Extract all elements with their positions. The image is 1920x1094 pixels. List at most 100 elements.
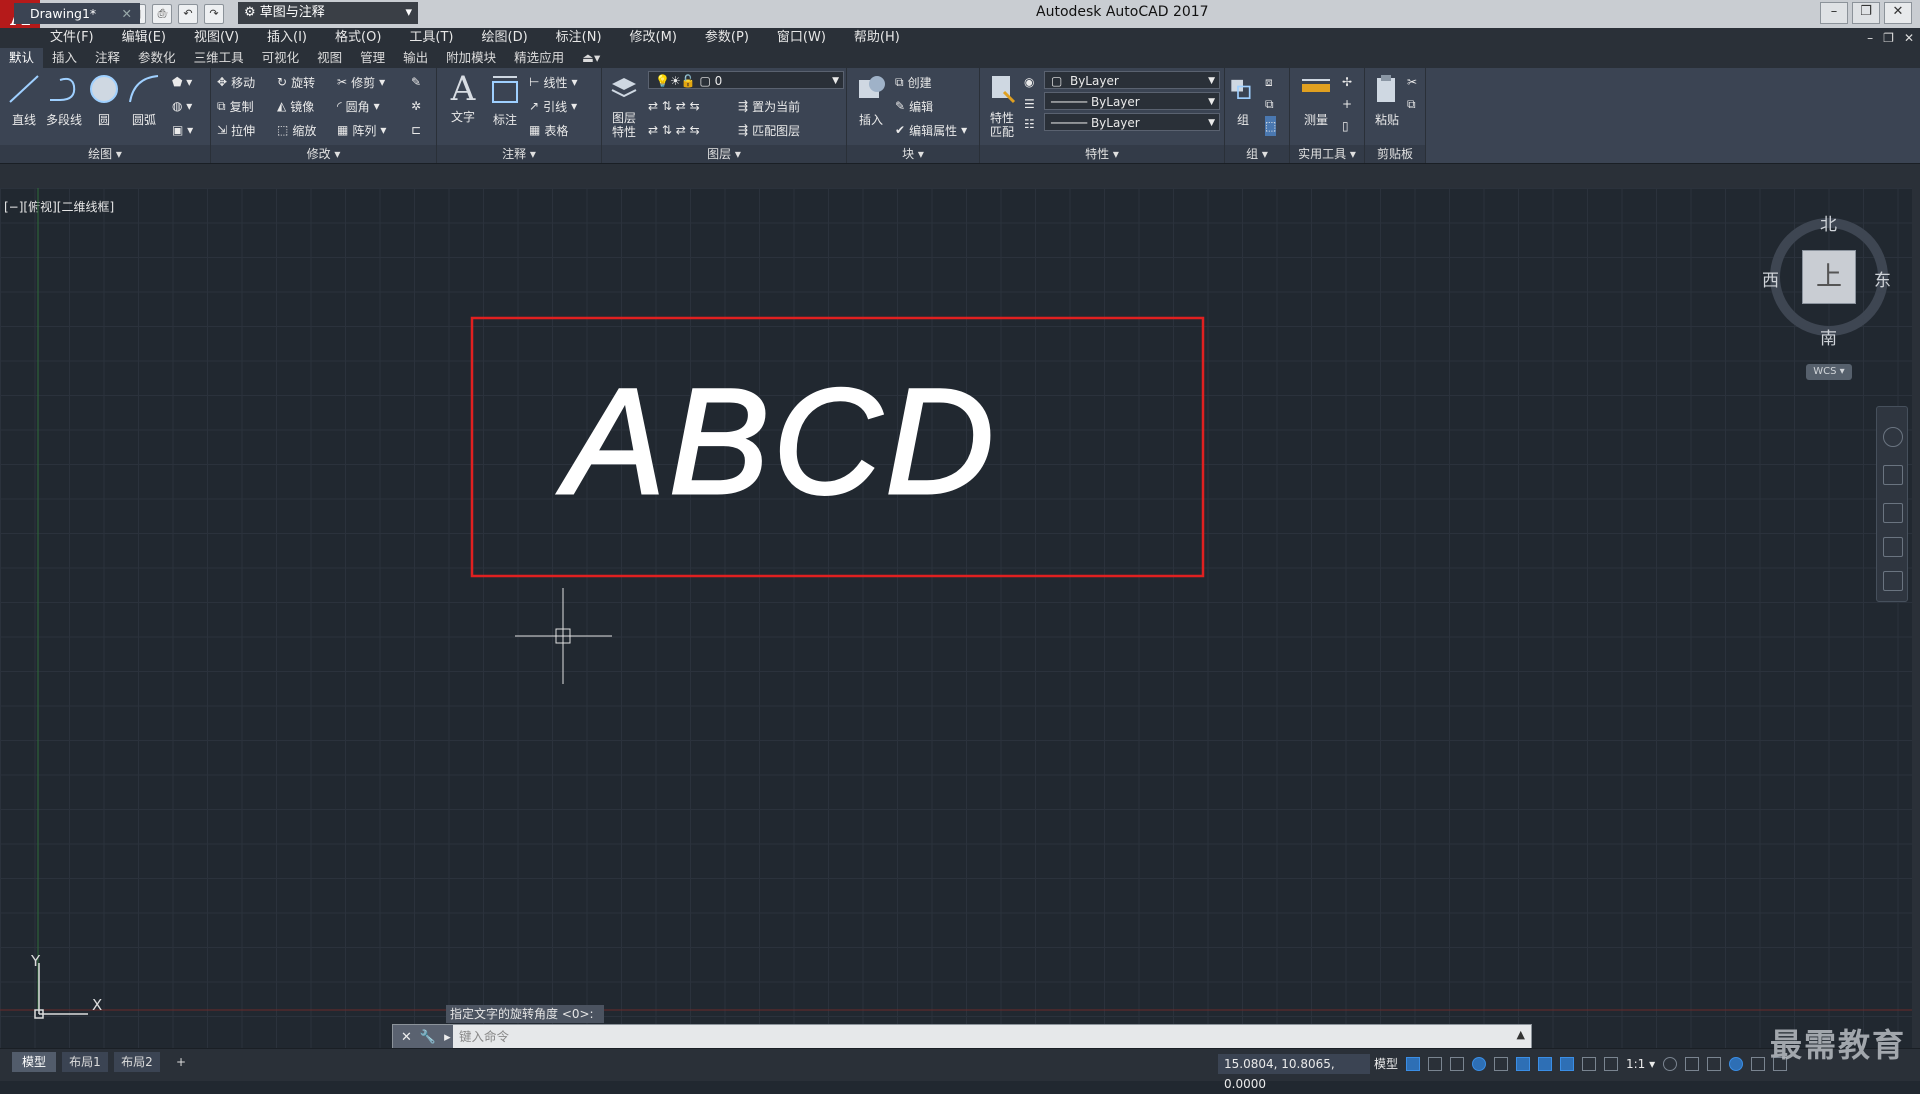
compass-north[interactable]: 北 [1820,210,1837,235]
layer-dropdown[interactable]: 💡☀🔓 ▢ 0 ▼ [648,71,844,89]
coordinate-readout[interactable]: 15.0804, 10.8065, 0.0000 [1218,1054,1370,1091]
abcd-text[interactable]: ABCD [556,356,998,527]
grid-icon[interactable] [1406,1057,1420,1071]
tab-model[interactable]: 模型 [12,1052,56,1072]
edit-attributes-button[interactable]: ✔ 编辑属性 ▾ [895,120,967,140]
viewcube-top-face[interactable]: 上 [1802,250,1856,304]
tab-visualize[interactable]: 可视化 [253,48,309,68]
mirror-button[interactable]: ◭ 镜像 [277,96,314,116]
text-button[interactable]: A 文字 [441,72,485,125]
group-select-icon[interactable]: ⬚ [1265,116,1277,136]
model-space-button[interactable]: 模型 [1374,1054,1404,1074]
tab-drawing1[interactable]: Drawing1* ✕ [14,3,140,24]
menu-window[interactable]: 窗口(W) [777,28,826,48]
object-snap-icon[interactable] [1538,1057,1552,1071]
layer-properties-button[interactable]: 图层 特性 [602,72,646,139]
circle-button[interactable]: 圆 [82,72,126,128]
add-layout-button[interactable]: + [170,1052,192,1072]
isodraft-icon[interactable] [1494,1057,1508,1071]
close-button[interactable]: ✕ [1884,2,1912,24]
quick-select-icon[interactable]: ✢ [1342,72,1352,92]
command-prompt-icon[interactable]: ▸ [444,1030,451,1045]
explode-icon[interactable]: ✲ [411,96,421,116]
menu-file[interactable]: 文件(F) [50,28,94,48]
tab-3d-tools[interactable]: 三维工具 [185,48,253,68]
arc-button[interactable]: 圆弧 [122,72,166,128]
line-button[interactable]: 直线 [2,72,46,128]
group-edit-icon[interactable]: ⧉ [1265,94,1274,114]
auto-scale-icon[interactable] [1582,1057,1596,1071]
redo-icon[interactable]: ↷ [204,4,224,24]
linetype-icon[interactable]: ☰ [1024,94,1035,114]
trim-button[interactable]: ✂ 修剪 ▾ [337,72,385,92]
close-tab-icon[interactable]: ✕ [122,3,132,24]
edit-block-button[interactable]: ✎ 编辑 [895,96,933,116]
stretch-button[interactable]: ⇲ 拉伸 [217,120,255,140]
color-dropdown[interactable]: ▢ ByLayer ▼ [1044,71,1220,89]
ribbon-toggle-icon[interactable]: ⏏▾ [573,48,609,68]
isolate-objects-icon[interactable] [1729,1057,1744,1071]
group-button[interactable]: 组 [1225,72,1261,128]
close-command-line-icon[interactable]: ✕ [401,1030,412,1045]
measure-button[interactable]: 测量 [1294,72,1338,128]
compass-west[interactable]: 西 [1762,266,1779,291]
match-properties-button[interactable]: 特性 匹配 [980,72,1024,139]
tab-view[interactable]: 视图 [308,48,351,68]
doc-restore-button[interactable]: ❐ [1883,28,1894,48]
calculator-icon[interactable]: ▯ [1342,116,1349,136]
zoom-extents-icon[interactable] [1883,503,1903,523]
ungroup-icon[interactable]: ⧈ [1265,72,1273,92]
snap-mode-icon[interactable] [1428,1057,1442,1071]
panel-layers-title[interactable]: 图层 ▾ [602,145,846,163]
panel-block-title[interactable]: 块 ▾ [847,145,979,163]
restore-button[interactable]: ❐ [1852,2,1880,24]
tab-parametric[interactable]: 参数化 [129,48,185,68]
menu-edit[interactable]: 编辑(E) [122,28,166,48]
panel-properties-title[interactable]: 特性 ▾ [980,145,1224,163]
color-wheel-icon[interactable]: ◉ [1024,72,1034,92]
dimension-button[interactable]: 标注 [483,72,527,128]
compass-south[interactable]: 南 [1820,324,1837,349]
compass-east[interactable]: 东 [1874,266,1891,291]
paste-button[interactable]: 粘贴 [1365,72,1409,128]
lineweight-dropdown[interactable]: ───── ByLayer ▼ [1044,113,1220,131]
menu-draw[interactable]: 绘图(D) [482,28,528,48]
linetype-dropdown[interactable]: ───── ByLayer ▼ [1044,92,1220,110]
annotation-scale-value[interactable]: 1:1 ▾ [1626,1057,1655,1071]
rotate-button[interactable]: ↻ 旋转 [277,72,315,92]
menu-dimension[interactable]: 标注(N) [556,28,602,48]
panel-group-title[interactable]: 组 ▾ [1225,145,1289,163]
insert-block-button[interactable]: 插入 [849,72,893,128]
tab-layout2[interactable]: 布局2 [114,1052,160,1072]
tab-addins[interactable]: 附加模块 [437,48,505,68]
panel-annotation-title[interactable]: 注释 ▾ [437,145,601,163]
create-block-button[interactable]: ⧉ 创建 [895,72,932,92]
array-button[interactable]: ▦ 阵列 ▾ [337,120,386,140]
match-layer-button[interactable]: ⇶ 匹配图层 [738,120,800,140]
tab-featured-apps[interactable]: 精选应用 [505,48,573,68]
pan-icon[interactable] [1883,465,1903,485]
minimize-button[interactable]: – [1820,2,1848,24]
move-button[interactable]: ✥ 移动 [217,72,255,92]
panel-utilities-title[interactable]: 实用工具 ▾ [1290,145,1364,163]
steering-wheel-icon[interactable] [1883,427,1903,447]
object-snap-tracking-icon[interactable] [1516,1057,1530,1071]
menu-help[interactable]: 帮助(H) [854,28,900,48]
cut-icon[interactable]: ✂ [1407,72,1417,92]
annotation-scale-icon[interactable] [1604,1057,1618,1071]
annotation-monitor-icon[interactable] [1685,1057,1700,1071]
hatch-icon[interactable]: ◍ ▾ [172,96,192,116]
doc-close-button[interactable]: ✕ [1904,28,1914,48]
command-history-chevron-icon[interactable]: ▲ [1517,1028,1525,1041]
annotation-visibility-icon[interactable] [1560,1057,1574,1071]
units-icon[interactable] [1707,1057,1722,1071]
menu-insert[interactable]: 插入(I) [267,28,307,48]
ortho-icon[interactable] [1450,1057,1464,1071]
showmotion-icon[interactable] [1883,571,1903,591]
tab-annotate[interactable]: 注释 [86,48,129,68]
rectangle-icon[interactable]: ▣ ▾ [172,120,193,140]
copy-button[interactable]: ⧉ 复制 [217,96,254,116]
wcs-menu[interactable]: WCS ▾ [1806,364,1852,380]
undo-icon[interactable]: ↶ [178,4,198,24]
lineweight-icon[interactable]: ☷ [1024,114,1035,134]
